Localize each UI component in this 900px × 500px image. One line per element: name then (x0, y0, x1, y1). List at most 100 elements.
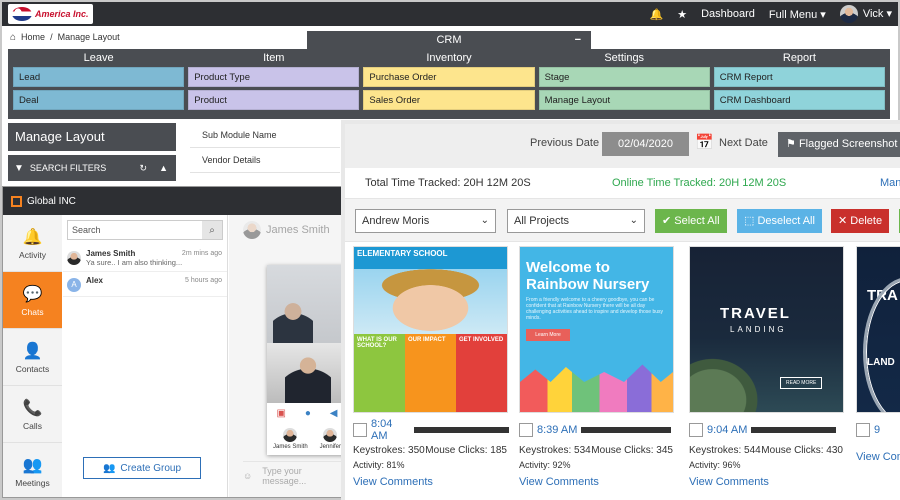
home-icon[interactable]: ⌂ (10, 32, 16, 43)
employee-select[interactable]: Andrew Moris ⌄ (355, 209, 496, 233)
menu-item-sales-order[interactable]: Sales Order (363, 90, 535, 110)
select-checkbox[interactable] (856, 423, 870, 437)
stats-row: Keystrokes: 534 Mouse Clicks: 345 (519, 445, 679, 456)
refresh-icon[interactable]: ↻ (140, 163, 148, 174)
time-row: 8:04 AM (353, 418, 513, 442)
crm-topbar: America Inc. 🔔 ★ Dashboard Full Menu ▾ V… (2, 2, 898, 26)
delete-button[interactable]: ✕ Delete (831, 209, 890, 233)
menu-item-product-type[interactable]: Product Type (188, 67, 360, 87)
list-item[interactable]: A Alex 5 hours ago (63, 272, 227, 297)
activity-progress-bar (751, 427, 837, 433)
chat-header: James Smith (229, 215, 345, 245)
menu-item-crm-report[interactable]: CRM Report (713, 67, 885, 87)
deselect-icon: ⬚ (744, 215, 755, 227)
star-icon[interactable]: ★ (677, 8, 687, 21)
breadcrumb-current: Manage Layout (57, 32, 120, 42)
minimize-icon[interactable]: − (575, 34, 581, 46)
screenshot-card[interactable]: TRAVEL LANDING READ MORE 9:04 AM Keystro… (689, 246, 849, 488)
sidebar-item-activity[interactable]: 🔔 Activity (3, 215, 62, 272)
view-comments-link[interactable]: View Com (856, 451, 900, 463)
screenshot-card[interactable]: ELEMENTARY SCHOOL WHAT IS OUR SCHOOL? OU… (353, 246, 513, 488)
capture-time[interactable]: 9:04 AM (707, 424, 747, 436)
screenshot-thumbnail[interactable]: ELEMENTARY SCHOOL WHAT IS OUR SCHOOL? OU… (353, 246, 508, 413)
sidebar-item-label: Calls (23, 420, 42, 431)
user-menu[interactable]: Vick ▾ (839, 5, 892, 23)
manual-time-link[interactable]: Manual (880, 177, 900, 189)
calendar-icon[interactable]: 📅 (695, 133, 714, 151)
select-checkbox[interactable] (353, 423, 367, 437)
capture-time[interactable]: 8:39 AM (537, 424, 577, 436)
table-header: Sub Module Name (190, 123, 340, 148)
collapse-icon[interactable]: ▲ (159, 163, 168, 174)
thumb-button: Learn More (526, 329, 570, 341)
brand-logo[interactable]: America Inc. (8, 4, 93, 24)
contact-name: Alex (86, 276, 103, 285)
sidebar-item-contacts[interactable]: 👤 Contacts (3, 329, 62, 386)
app-logo-icon (11, 195, 22, 207)
deselect-all-button[interactable]: ⬚ Deselect All (737, 209, 822, 233)
screenshot-card[interactable]: Welcome to Rainbow Nursery From a friend… (519, 246, 679, 488)
screenshot-thumbnail[interactable]: Welcome to Rainbow Nursery From a friend… (519, 246, 674, 413)
search-icon[interactable]: ⌕ (202, 221, 222, 239)
search-filters-bar[interactable]: ▼ SEARCH FILTERS ↻ ▲ (8, 155, 176, 181)
time-row: 8:39 AM (519, 421, 679, 439)
speaker-icon[interactable]: ◀ (330, 408, 338, 419)
group-icon: 👥 (22, 456, 43, 474)
create-group-label: Create Group (120, 462, 182, 474)
select-checkbox[interactable] (689, 423, 703, 437)
menu-item-purchase-order[interactable]: Purchase Order (363, 67, 535, 87)
flagged-screenshot-button[interactable]: ⚑ Flagged Screenshot (778, 132, 900, 157)
search-input[interactable]: Search (68, 225, 202, 235)
menu-column-item: Item Product Type Product (188, 49, 360, 119)
bell-icon[interactable]: 🔔 (650, 8, 664, 21)
menu-item-stage[interactable]: Stage (538, 67, 710, 87)
video-call-panel[interactable]: ▣ ● ◀ James Smith Jennifer (267, 265, 345, 455)
select-all-button[interactable]: ✔ Select All (655, 209, 727, 233)
table-row[interactable]: Vendor Details (190, 148, 340, 173)
screenshot-tracker-window: Previous Date 02/04/2020 📅 Next Date ⚑ F… (341, 120, 900, 500)
sidebar-item-chats[interactable]: 💬 Chats (3, 272, 62, 329)
next-date-button[interactable]: Next Date (719, 137, 768, 149)
project-select[interactable]: All Projects ⌄ (507, 209, 645, 233)
message-input[interactable]: Type your message... (262, 466, 345, 486)
dashboard-link[interactable]: Dashboard (701, 8, 755, 20)
crm-module-pill[interactable]: CRM − (307, 31, 591, 49)
caret-down-icon: ▾ (886, 7, 892, 20)
list-item[interactable]: James Smith Ya sure.. I am also thinking… (63, 245, 227, 272)
video-camera-icon[interactable]: ▣ (276, 408, 285, 419)
chat-sidebar: 🔔 Activity 💬 Chats 👤 Contacts 📞 Calls 👥 … (3, 215, 62, 497)
date-field[interactable]: 02/04/2020 (602, 132, 689, 156)
menu-item-deal[interactable]: Deal (13, 90, 185, 110)
online-time-tracked: Online Time Tracked: 20H 12M 20S (612, 177, 787, 189)
video-feed (267, 343, 345, 403)
message-composer[interactable]: ☺ Type your message... (243, 461, 345, 486)
view-comments-link[interactable]: View Comments (353, 476, 513, 488)
view-comments-link[interactable]: View Comments (519, 476, 679, 488)
keystrokes: Keystrokes: 534 (519, 445, 591, 456)
chat-search[interactable]: Search ⌕ (67, 220, 223, 240)
sidebar-item-meetings[interactable]: 👥 Meetings (3, 443, 62, 497)
create-group-button[interactable]: 👥 Create Group (83, 457, 201, 479)
breadcrumb-home[interactable]: Home (21, 32, 45, 42)
full-menu-dropdown[interactable]: Full Menu ▾ (769, 8, 826, 21)
chat-main-pane: James Smith ▣ ● ◀ James Smith Jennifer ☺… (229, 215, 345, 497)
emoji-icon[interactable]: ☺ (243, 471, 252, 481)
thumb-photo (354, 269, 507, 334)
call-participants: James Smith Jennifer (267, 423, 345, 450)
screenshot-thumbnail[interactable]: TRAVEL LANDING READ MORE (689, 246, 844, 413)
column-heading: Inventory (426, 52, 472, 64)
view-comments-link[interactable]: View Comments (689, 476, 849, 488)
microphone-icon[interactable]: ● (305, 408, 311, 419)
capture-time[interactable]: 9 (874, 424, 880, 436)
menu-item-lead[interactable]: Lead (13, 67, 185, 87)
capture-time[interactable]: 8:04 AM (371, 418, 410, 442)
sidebar-item-calls[interactable]: 📞 Calls (3, 386, 62, 443)
menu-item-product[interactable]: Product (188, 90, 360, 110)
screenshot-card[interactable]: TRA LAND 9 View Com (856, 246, 900, 463)
select-checkbox[interactable] (519, 423, 533, 437)
menu-item-manage-layout[interactable]: Manage Layout (538, 90, 710, 110)
mouse-clicks: Mouse Clicks: 185 (425, 445, 507, 456)
previous-date-button[interactable]: Previous Date (530, 137, 599, 149)
menu-item-crm-dashboard[interactable]: CRM Dashboard (713, 90, 885, 110)
screenshot-thumbnail[interactable]: TRA LAND (856, 246, 900, 413)
